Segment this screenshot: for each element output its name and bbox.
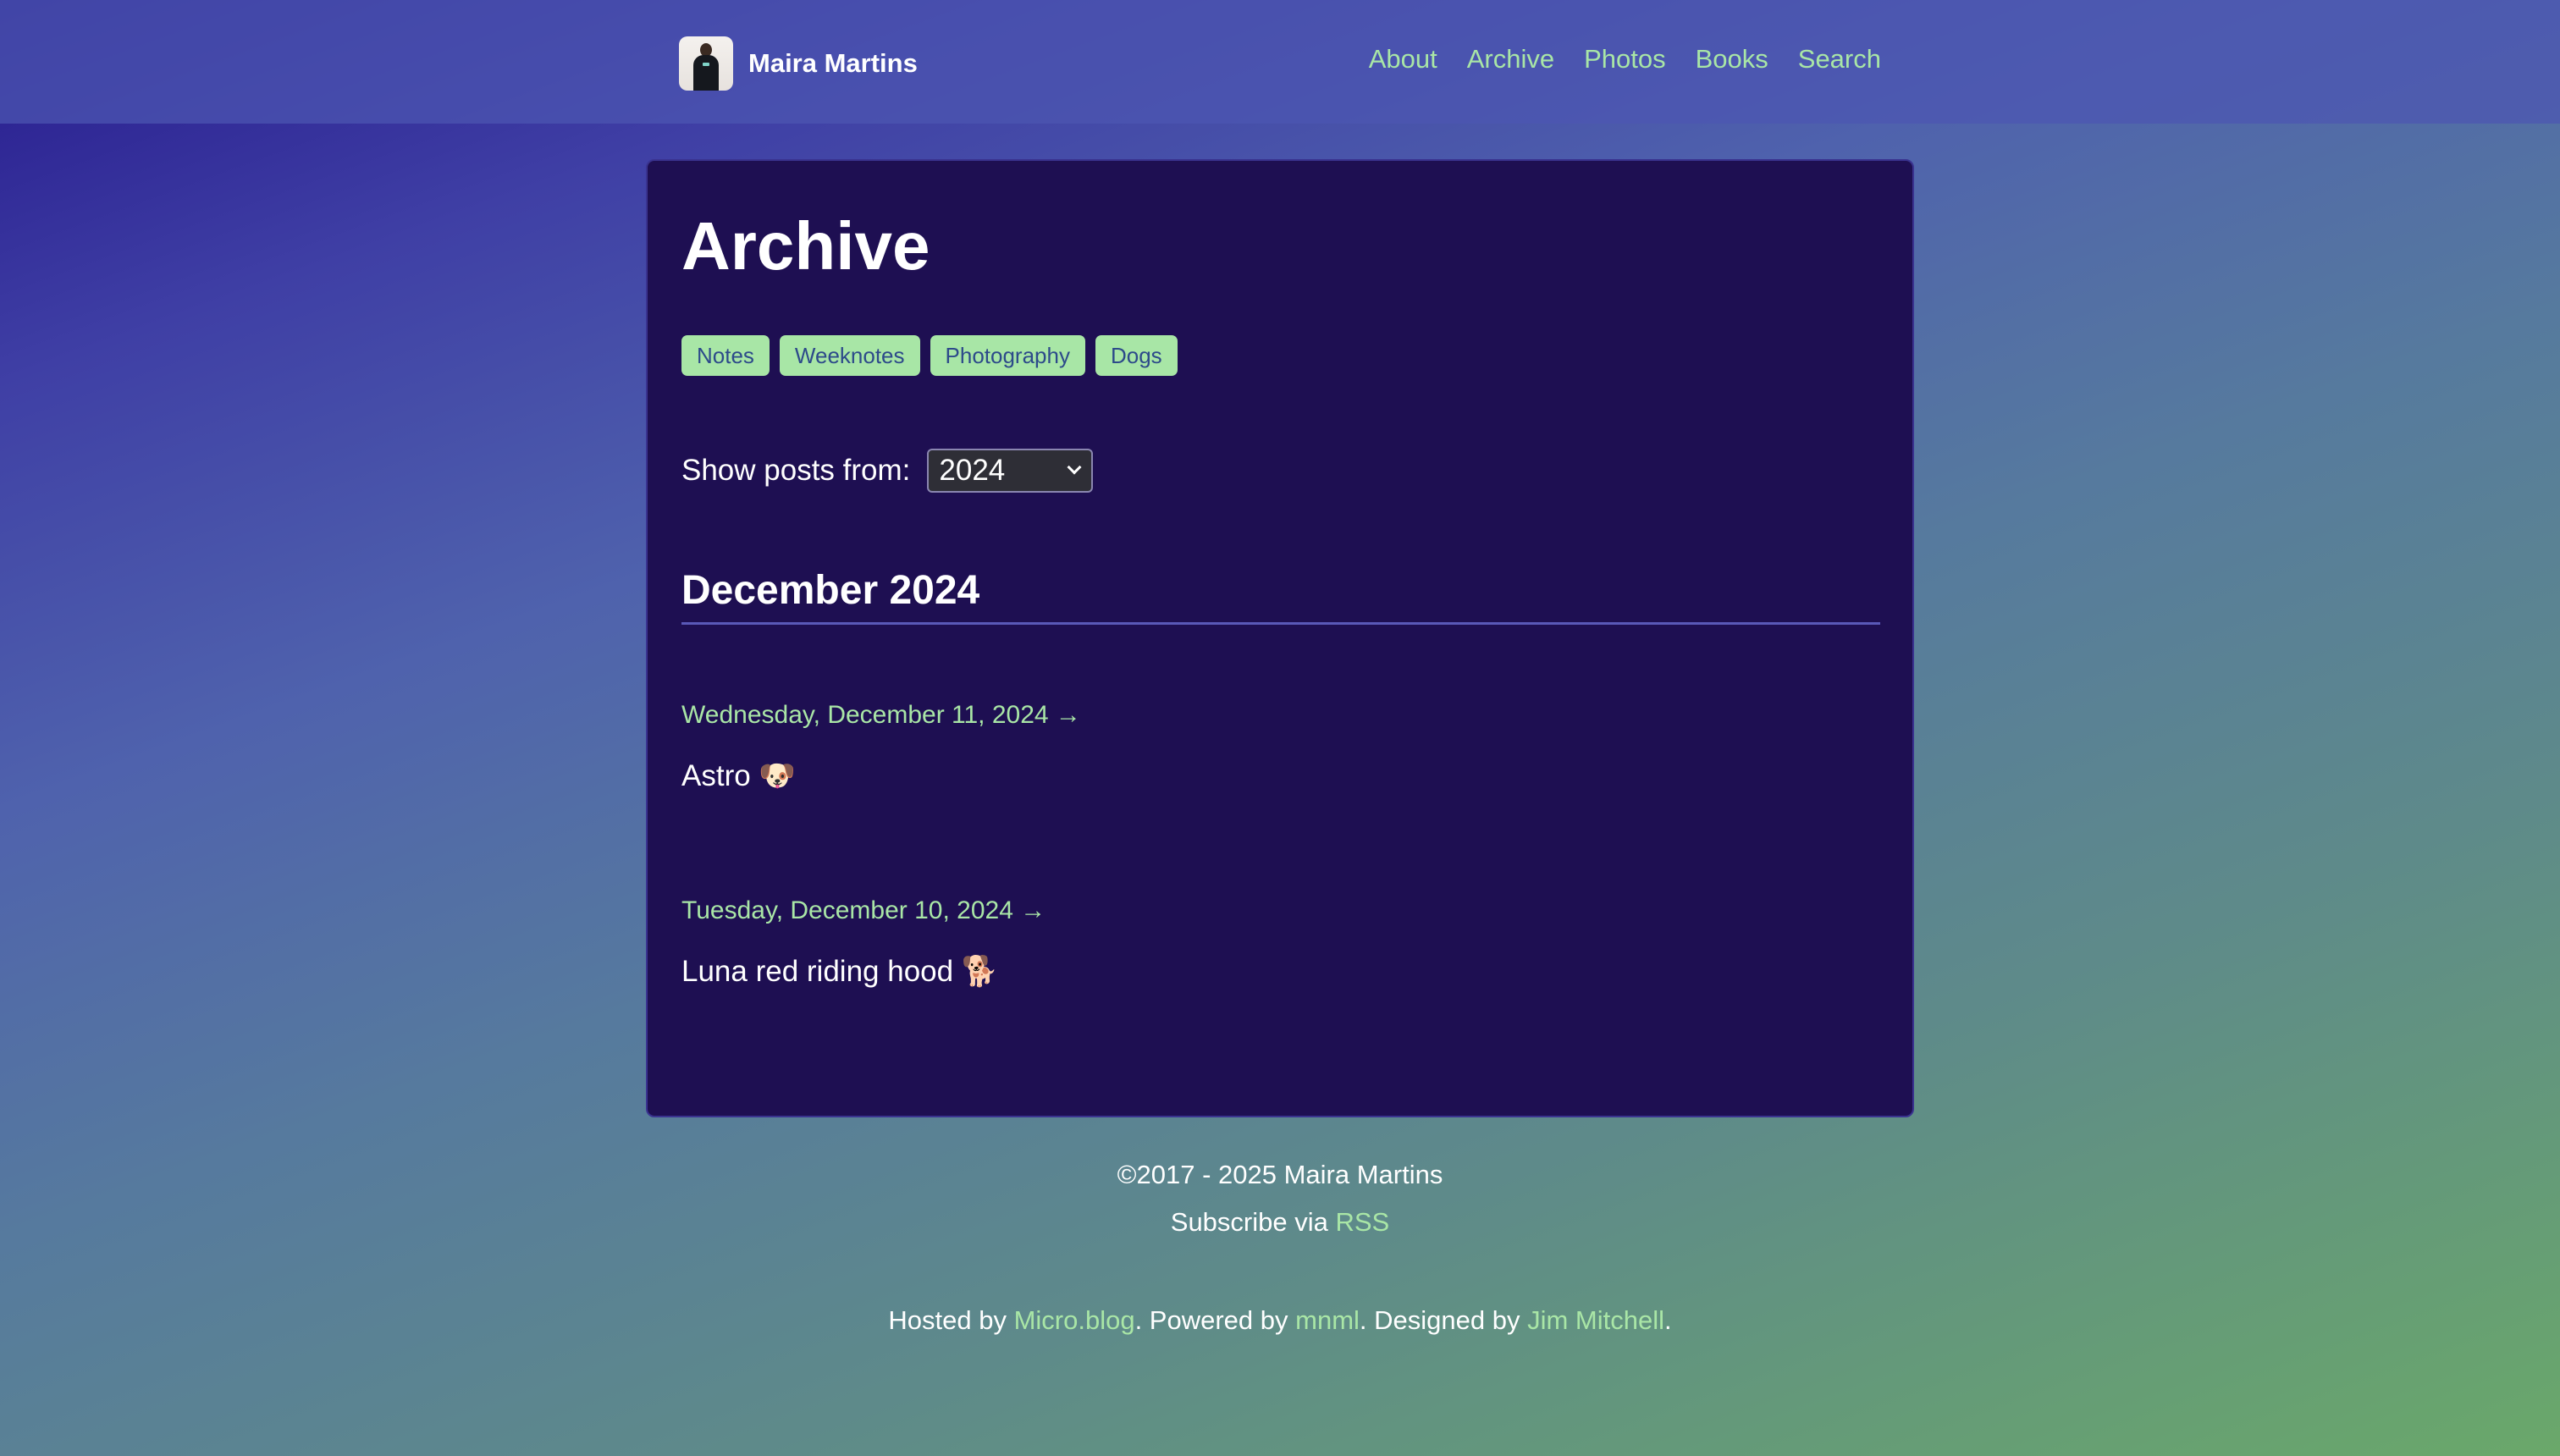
nav-photos[interactable]: Photos [1584,44,1666,74]
nav-search[interactable]: Search [1798,44,1881,74]
subscribe-line: Subscribe via RSS [0,1207,2560,1238]
site-brand-link[interactable]: Maira Martins [679,36,918,91]
year-filter: Show posts from: 2024 [681,449,1094,493]
tag-dogs[interactable]: Dogs [1095,335,1178,376]
year-select-value: 2024 [939,454,1006,487]
microblog-link[interactable]: Micro.blog [1014,1305,1135,1335]
archive-card: Archive Notes Weeknotes Photography Dogs… [646,159,1914,1117]
designed-prefix: . Designed by [1359,1305,1528,1335]
post-date-link[interactable]: Wednesday, December 11, 2024 → [681,701,1081,730]
nav-archive[interactable]: Archive [1467,44,1554,74]
year-select[interactable]: 2024 [927,449,1094,493]
tag-photography[interactable]: Photography [930,335,1085,376]
main-nav: About Archive Photos Books Search [1369,44,1881,74]
month-heading: December 2024 [681,568,980,613]
nav-books[interactable]: Books [1696,44,1768,74]
credits-end: . [1663,1305,1672,1335]
category-tags: Notes Weeknotes Photography Dogs [681,335,1178,376]
tag-notes[interactable]: Notes [681,335,770,376]
post-text: Astro 🐶 [681,759,796,792]
filter-label: Show posts from: [681,454,911,487]
credits-line: Hosted by Micro.blog. Powered by mnml. D… [0,1305,2560,1336]
month-divider [681,622,1880,625]
nav-about[interactable]: About [1369,44,1437,74]
post-text: Luna red riding hood 🐕 [681,955,999,988]
designer-link[interactable]: Jim Mitchell [1527,1305,1664,1335]
site-name: Maira Martins [748,48,918,78]
post-item: Wednesday, December 11, 2024 → Astro 🐶 [681,701,1081,793]
mnml-link[interactable]: mnml [1295,1305,1360,1335]
post-item: Tuesday, December 10, 2024 → Luna red ri… [681,896,1046,989]
avatar [679,36,733,91]
hosted-prefix: Hosted by [888,1305,1014,1335]
copyright: ©2017 - 2025 Maira Martins [1117,1160,1443,1189]
page-title: Archive [681,208,930,284]
powered-prefix: . Powered by [1134,1305,1296,1335]
post-date-link[interactable]: Tuesday, December 10, 2024 → [681,896,1046,925]
tag-weeknotes[interactable]: Weeknotes [779,335,920,376]
subscribe-prefix: Subscribe via [1170,1207,1336,1237]
rss-link[interactable]: RSS [1335,1207,1389,1237]
site-header: Maira Martins About Archive Photos Books… [0,0,2560,124]
chevron-down-icon [1067,460,1082,475]
